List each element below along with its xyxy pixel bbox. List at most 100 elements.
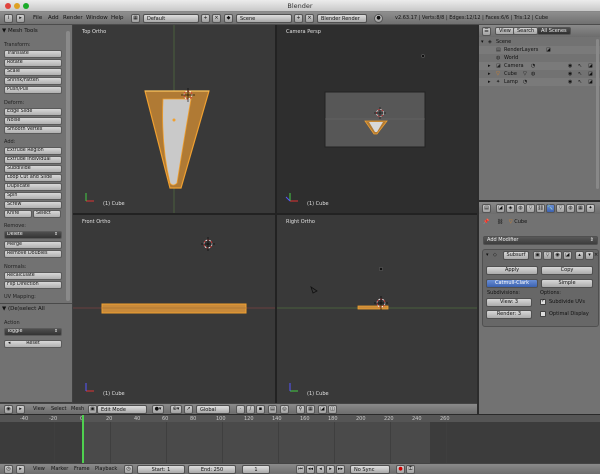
select-arrow-icon[interactable]: ↖ (578, 63, 582, 69)
outliner-tab-search[interactable]: Search (513, 27, 539, 35)
remove-layout-button[interactable]: × (212, 14, 221, 23)
editor-type-outliner-button[interactable]: ☰ (482, 27, 491, 36)
extrude-individual-button[interactable]: Extrude Individual (4, 156, 62, 164)
menu-help[interactable]: Help (111, 15, 124, 21)
camera-toggle-icon[interactable]: ◪ (546, 47, 551, 53)
add-layout-button[interactable]: + (201, 14, 210, 23)
constraints-tab-icon[interactable]: ⛓ (536, 204, 545, 213)
add-modifier-dropdown[interactable]: Add Modifier ⇕ (483, 236, 598, 245)
collapse-menu-icon[interactable]: ▸ (16, 14, 25, 23)
visibility-eye-icon[interactable]: ◉ (568, 71, 572, 77)
render-camera-icon[interactable]: ◪ (588, 71, 593, 77)
outliner-tab-all-scenes[interactable]: All Scenes (537, 27, 571, 35)
current-frame-field[interactable]: 1 (242, 465, 270, 474)
snap-toggle-button[interactable]: ⚲ (296, 405, 305, 414)
render-still-button[interactable]: ◪ (318, 405, 327, 414)
operator-panel-header[interactable]: ▼ (De)select All (2, 306, 45, 312)
collapse-icon[interactable]: ▾ (486, 252, 489, 258)
render-display-button[interactable]: ◪ (563, 251, 572, 260)
menu-render[interactable]: Render (63, 15, 83, 21)
shrink-fatten-button[interactable]: Shrink/Fatten (4, 77, 62, 85)
vertex-select-mode-button[interactable]: · (236, 405, 245, 414)
viewport-camera-persp[interactable]: Camera Persp (1) Cube (277, 25, 477, 213)
proportional-edit-button[interactable]: ◎ (280, 405, 289, 414)
delete-menu[interactable]: Delete ⇕ (4, 231, 62, 239)
remove-scene-button[interactable]: × (305, 14, 314, 23)
screw-button[interactable]: Screw (4, 201, 62, 209)
recalculate-button[interactable]: Recalculate (4, 272, 62, 280)
particles-tab-icon[interactable]: ✦ (586, 204, 595, 213)
editor-type-info-button[interactable]: i (4, 14, 13, 23)
pin-icon[interactable]: 📌 (483, 219, 489, 225)
scale-button[interactable]: Scale (4, 68, 62, 76)
push-pull-button[interactable]: Push/Pull (4, 86, 62, 94)
subdivide-button[interactable]: Subdivide (4, 165, 62, 173)
optimal-display-checkbox[interactable] (540, 311, 546, 317)
rotate-button[interactable]: Rotate (4, 59, 62, 67)
edge-select-mode-button[interactable]: / (246, 405, 255, 414)
expand-icon[interactable]: ▾ (481, 39, 484, 45)
render-levels-field[interactable]: Render: 3 (486, 310, 532, 319)
menu-marker[interactable]: Marker (51, 466, 68, 472)
visibility-eye-icon[interactable]: ◉ (568, 63, 572, 69)
sync-mode-selector[interactable]: No Sync (350, 465, 390, 474)
end-frame-field[interactable]: End: 250 (188, 465, 236, 474)
scene-selector[interactable]: Scene (236, 14, 292, 23)
editor-type-3d-button[interactable]: ◉ (4, 405, 13, 414)
manipulator-toggle-button[interactable]: ↗ (184, 405, 193, 414)
remove-doubles-button[interactable]: Remove Doubles (4, 250, 62, 258)
knife-select-button[interactable]: Select (33, 210, 61, 218)
editmode-display-button[interactable]: ▣ (533, 251, 542, 260)
menu-mesh[interactable]: Mesh (71, 406, 84, 412)
editor-type-properties-button[interactable]: ▤ (482, 204, 491, 213)
realtime-display-button[interactable]: ◉ (553, 251, 562, 260)
layout-selector[interactable]: Default (143, 14, 199, 23)
preview-range-button[interactable]: ◷ (124, 465, 133, 474)
select-arrow-icon[interactable]: ↖ (578, 79, 582, 85)
menu-view[interactable]: View (33, 406, 45, 412)
render-camera-icon[interactable]: ◪ (588, 79, 593, 85)
menu-select[interactable]: Select (51, 406, 66, 412)
tool-shelf-scrollbar[interactable] (66, 31, 70, 301)
viewport-splitter-horizontal[interactable] (73, 213, 477, 215)
expand-icon[interactable]: ▸ (488, 63, 491, 69)
face-select-mode-button[interactable]: ▪ (256, 405, 265, 414)
outliner-tab-view[interactable]: View (495, 27, 515, 35)
world-tab-icon[interactable]: ◍ (516, 204, 525, 213)
mode-icon[interactable]: ▣ (88, 405, 97, 414)
subdivide-uvs-checkbox[interactable]: ✓ (540, 298, 546, 305)
move-down-button[interactable]: ▾ (585, 251, 594, 260)
select-arrow-icon[interactable]: ↖ (578, 71, 582, 77)
edge-slide-button[interactable]: Edge Slide (4, 108, 62, 116)
auto-keyframe-button[interactable]: ● (396, 465, 405, 474)
object-tab-icon[interactable]: ▽ (526, 204, 535, 213)
current-frame-indicator[interactable] (82, 415, 84, 464)
outliner-row-camera[interactable]: ▸ ◪ Camera ◔ ◉ ↖ ◪ (479, 62, 600, 70)
layout-grid-icon[interactable]: ▦ (131, 14, 140, 23)
outliner-row-renderlayers[interactable]: ▤ RenderLayers ◪ (479, 46, 600, 54)
extrude-region-button[interactable]: Extrude Region (4, 147, 62, 155)
outliner-row-cube[interactable]: ▸ ▽ Cube ▽ ◍ ◉ ↖ ◪ (479, 70, 600, 78)
timeline-area[interactable]: -40 -20 0 20 40 60 80 100 120 140 160 18… (0, 414, 600, 464)
transform-orientation-selector[interactable]: Global (196, 405, 230, 414)
apply-button[interactable]: Apply (486, 266, 538, 275)
outliner-row-lamp[interactable]: ▸ ✦ Lamp ◔ ◉ ↖ ◪ (479, 78, 600, 86)
duplicate-button[interactable]: Duplicate (4, 183, 62, 191)
add-scene-button[interactable]: + (294, 14, 303, 23)
catmull-clark-button[interactable]: Catmull-Clark (486, 279, 538, 288)
pivot-point-button[interactable]: ⊕▾ (170, 405, 182, 414)
texture-tab-icon[interactable]: ▦ (576, 204, 585, 213)
play-button[interactable]: ▸ (326, 465, 335, 474)
mode-selector[interactable]: Edit Mode (97, 405, 147, 414)
next-keyframe-button[interactable]: ▸▸ (336, 465, 345, 474)
menu-file[interactable]: File (33, 15, 42, 21)
start-frame-field[interactable]: Start: 1 (137, 465, 185, 474)
data-tab-icon[interactable]: ▽ (556, 204, 565, 213)
copy-button[interactable]: Copy (541, 266, 593, 275)
play-reverse-button[interactable]: ◂ (316, 465, 325, 474)
simple-button[interactable]: Simple (541, 279, 593, 288)
spin-button[interactable]: Spin (4, 192, 62, 200)
collapse-menu-icon[interactable]: ▸ (16, 405, 25, 414)
modifier-name-field[interactable]: Subsurf (503, 251, 529, 260)
menu-add[interactable]: Add (48, 15, 59, 21)
